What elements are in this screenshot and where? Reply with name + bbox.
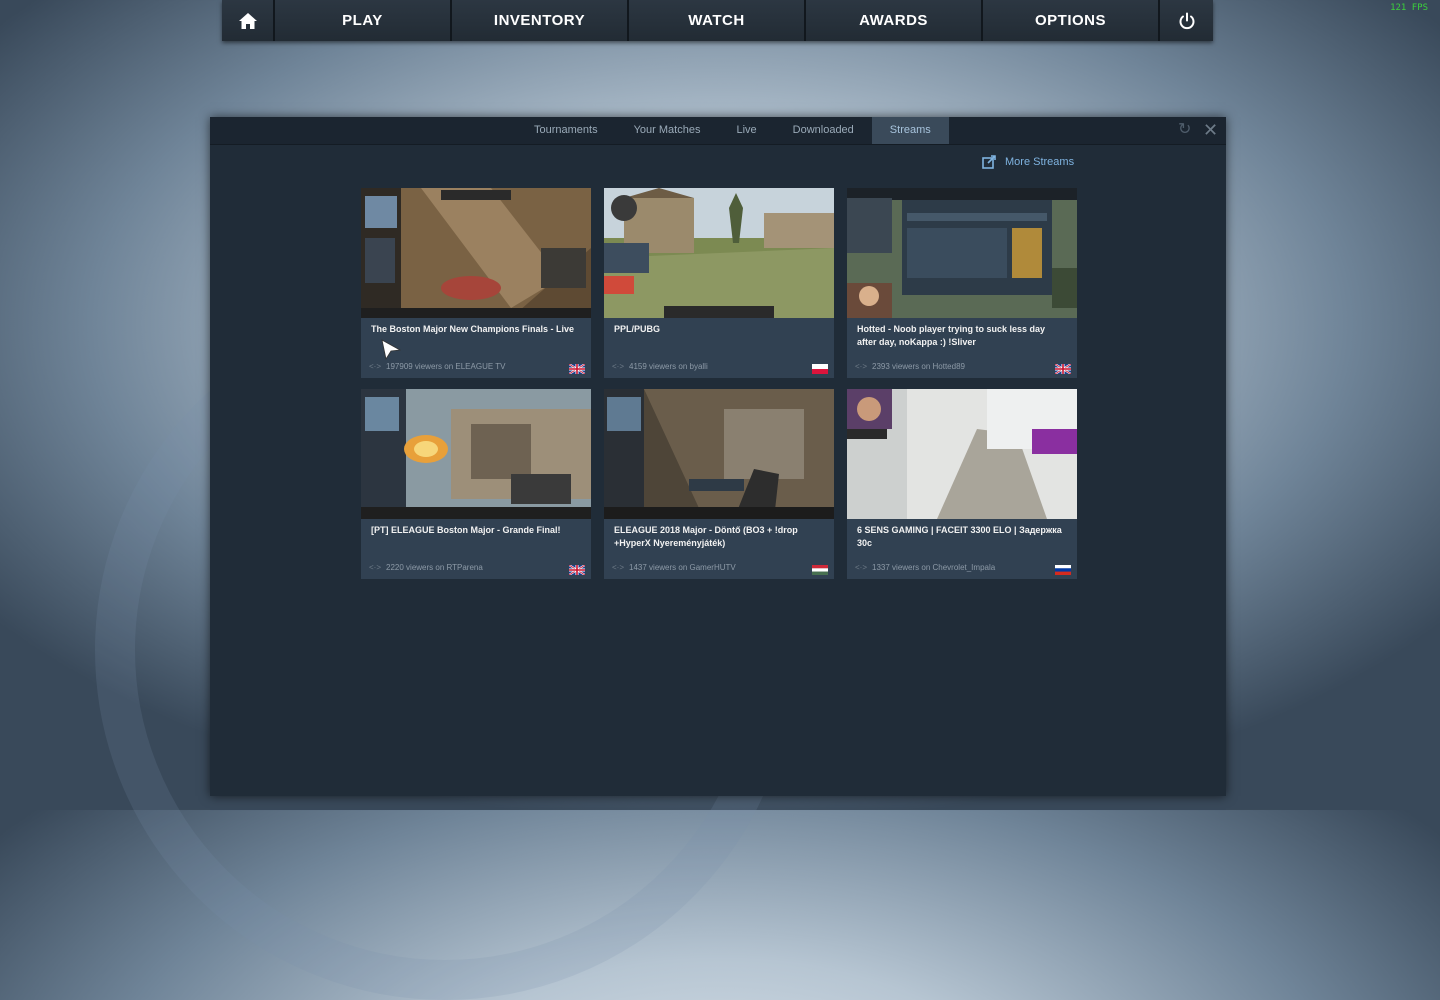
viewer-count: <·> 197909 viewers on ELEAGUE TV: [369, 362, 506, 371]
viewer-text: 1437 viewers on GamerHUTV: [629, 563, 736, 572]
viewer-text: 197909 viewers on ELEAGUE TV: [386, 362, 506, 371]
more-streams-link[interactable]: More Streams: [982, 155, 1074, 169]
eye-icon: <·>: [855, 362, 868, 371]
home-icon: [238, 12, 257, 29]
flag-gb-icon: [569, 364, 585, 374]
viewer-text: 2220 viewers on RTParena: [386, 563, 483, 572]
viewer-text: 4159 viewers on byalli: [629, 362, 708, 371]
eye-icon: <·>: [369, 362, 382, 371]
stream-thumbnail: [361, 389, 591, 519]
flag-gb-icon: [1055, 364, 1071, 374]
viewer-count: <·> 2393 viewers on Hotted89: [855, 362, 965, 371]
stream-thumbnail: [847, 389, 1077, 519]
power-icon: [1179, 12, 1194, 29]
viewer-count: <·> 1337 viewers on Chevrolet_Impala: [855, 563, 995, 572]
stream-card[interactable]: PPL/PUBG <·> 4159 viewers on byalli: [604, 188, 834, 378]
nav-options[interactable]: OPTIONS: [983, 0, 1160, 41]
stream-title: 6 SENS GAMING | FACEIT 3300 ELO | Задерж…: [857, 525, 1062, 548]
stream-thumbnail: [361, 188, 591, 318]
stream-thumbnail: [604, 389, 834, 519]
eye-icon: <·>: [369, 563, 382, 572]
stream-title: PPL/PUBG: [614, 324, 661, 334]
eye-icon: <·>: [612, 563, 625, 572]
flag-gb-icon: [569, 565, 585, 575]
stream-title: [PT] ELEAGUE Boston Major - Grande Final…: [371, 525, 561, 535]
tab-live[interactable]: Live: [718, 117, 774, 144]
nav-inventory[interactable]: INVENTORY: [452, 0, 629, 41]
tab-downloaded[interactable]: Downloaded: [775, 117, 872, 144]
flag-ru-icon: [1055, 565, 1071, 575]
flag-pl-icon: [812, 364, 828, 374]
eye-icon: <·>: [855, 563, 868, 572]
tab-streams[interactable]: Streams: [871, 117, 949, 144]
close-icon[interactable]: ✕: [1203, 120, 1221, 140]
stream-card[interactable]: [PT] ELEAGUE Boston Major - Grande Final…: [361, 389, 591, 579]
stream-title: Hotted - Noob player trying to suck less…: [857, 324, 1046, 347]
eye-icon: <·>: [612, 362, 625, 371]
stream-card[interactable]: Hotted - Noob player trying to suck less…: [847, 188, 1077, 378]
stream-thumbnail: [847, 188, 1077, 318]
stream-card[interactable]: ELEAGUE 2018 Major - Döntő (BO3 + !drop …: [604, 389, 834, 579]
mouse-cursor-icon: [381, 339, 401, 361]
viewer-text: 2393 viewers on Hotted89: [872, 362, 965, 371]
power-button[interactable]: [1160, 0, 1213, 41]
stream-title: The Boston Major New Champions Finals - …: [371, 324, 575, 334]
nav-play[interactable]: PLAY: [275, 0, 452, 41]
viewer-text: 1337 viewers on Chevrolet_Impala: [872, 563, 996, 572]
stream-card[interactable]: 6 SENS GAMING | FACEIT 3300 ELO | Задерж…: [847, 389, 1077, 579]
flag-hu-icon: [812, 565, 828, 575]
nav-watch[interactable]: WATCH: [629, 0, 806, 41]
external-link-icon: [982, 155, 996, 169]
tab-bar: Tournaments Your Matches Live Downloaded…: [210, 117, 1226, 145]
more-streams-label: More Streams: [1005, 156, 1075, 168]
fps-counter: 121 FPS: [1390, 3, 1428, 13]
stream-title: ELEAGUE 2018 Major - Döntő (BO3 + !drop …: [614, 525, 798, 548]
tab-tournaments[interactable]: Tournaments: [516, 117, 616, 144]
tab-your-matches[interactable]: Your Matches: [616, 117, 719, 144]
viewer-count: <·> 1437 viewers on GamerHUTV: [612, 563, 736, 572]
home-button[interactable]: [222, 0, 275, 41]
viewer-count: <·> 4159 viewers on byalli: [612, 362, 708, 371]
viewer-count: <·> 2220 viewers on RTParena: [369, 563, 483, 572]
watch-panel: Tournaments Your Matches Live Downloaded…: [210, 117, 1226, 796]
refresh-icon[interactable]: ↻: [1178, 121, 1196, 139]
nav-awards[interactable]: AWARDS: [806, 0, 983, 41]
stream-thumbnail: [604, 188, 834, 318]
main-nav: PLAY INVENTORY WATCH AWARDS OPTIONS: [222, 0, 1213, 41]
